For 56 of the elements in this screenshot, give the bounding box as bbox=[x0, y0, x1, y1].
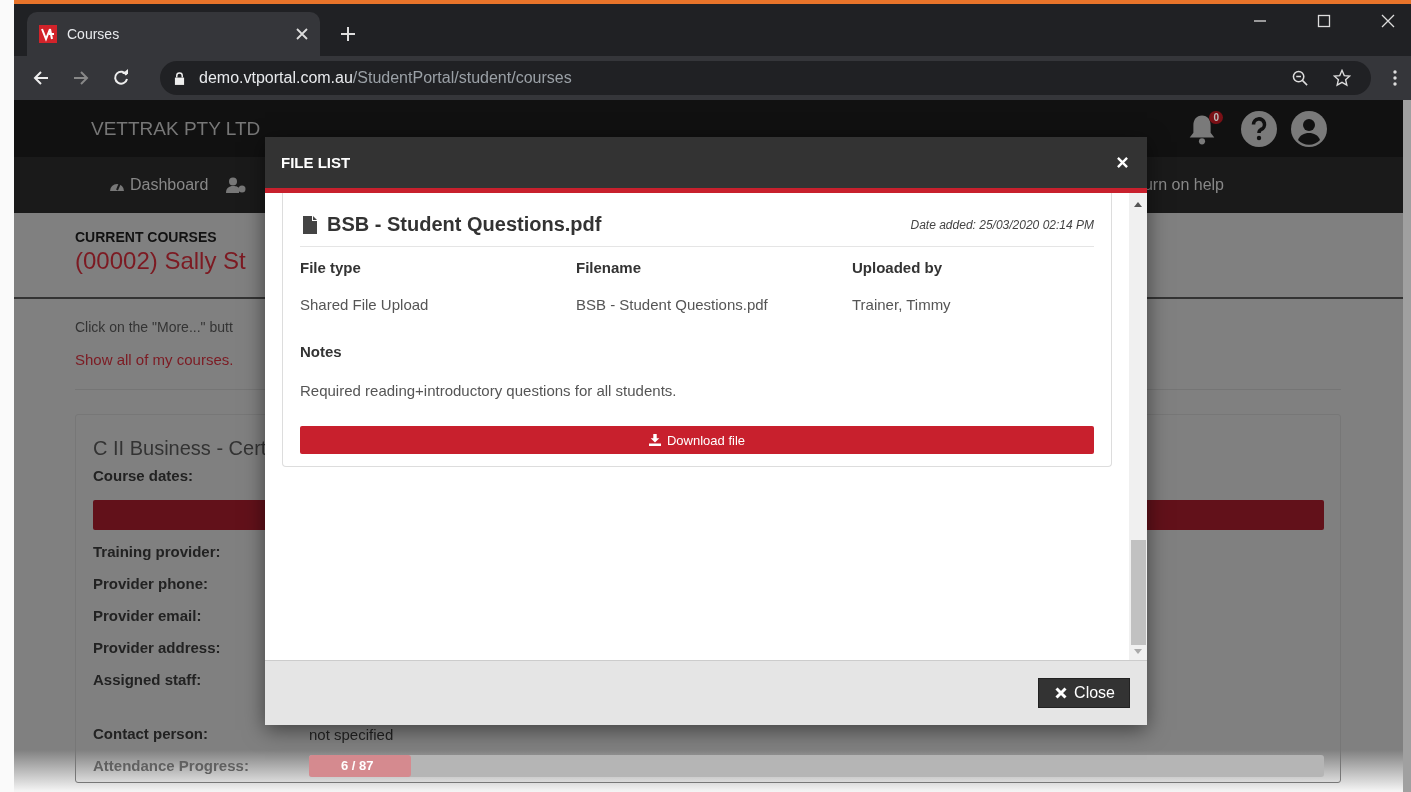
close-button[interactable]: Close bbox=[1038, 678, 1130, 708]
file-icon bbox=[303, 215, 317, 234]
user-gear-icon[interactable] bbox=[226, 177, 247, 193]
column-heading: Uploaded by bbox=[852, 259, 943, 276]
notes-heading: Notes bbox=[300, 343, 343, 360]
star-icon[interactable] bbox=[1333, 69, 1351, 87]
date-added: Date added: 25/03/2020 02:14 PM bbox=[910, 217, 1094, 232]
maximize-icon[interactable] bbox=[1317, 14, 1331, 28]
brand-name[interactable]: VETTRAK PTY LTD bbox=[91, 117, 261, 140]
download-button[interactable]: Download file bbox=[300, 426, 1094, 454]
user-icon[interactable] bbox=[1291, 110, 1327, 147]
scrollbar[interactable] bbox=[1129, 193, 1147, 660]
field-label: Provider address: bbox=[93, 638, 221, 658]
tab-title: Courses bbox=[67, 26, 121, 42]
back-icon[interactable] bbox=[32, 69, 50, 87]
field-label: Provider phone: bbox=[93, 574, 208, 594]
column-heading: Filename bbox=[576, 259, 643, 276]
notes-text: Required reading+introductory questions for all students. bbox=[300, 382, 678, 399]
column-heading: File type bbox=[300, 259, 362, 276]
student-name: (00002) Sally St bbox=[75, 247, 246, 275]
scroll-thumb[interactable] bbox=[1130, 540, 1146, 645]
section-label: CURRENT COURSES bbox=[75, 229, 218, 245]
close-icon[interactable] bbox=[1381, 14, 1395, 28]
close-icon[interactable] bbox=[296, 28, 308, 40]
column-value: Shared File Upload bbox=[300, 296, 430, 313]
logo-icon bbox=[39, 25, 57, 43]
reload-icon[interactable] bbox=[112, 69, 130, 87]
column-value: BSB - Student Questions.pdf bbox=[576, 296, 769, 313]
field-label: Training provider: bbox=[93, 542, 221, 562]
instruction-text: Click on the "More..." butt bbox=[75, 319, 234, 335]
field-label: Assigned staff: bbox=[93, 670, 202, 690]
forward-icon[interactable] bbox=[72, 69, 90, 87]
field-label: Course dates: bbox=[93, 466, 194, 486]
column-value: Trainer, Timmy bbox=[852, 296, 951, 313]
notification-count: 0 bbox=[1209, 110, 1223, 124]
download-icon bbox=[648, 434, 661, 446]
browser-tab[interactable]: Courses bbox=[27, 12, 320, 56]
field-label: Contact person: bbox=[93, 724, 208, 744]
menu-icon[interactable] bbox=[1393, 70, 1397, 86]
dialog-title: FILE LIST bbox=[281, 154, 351, 171]
close-icon bbox=[1055, 687, 1068, 699]
plus-icon[interactable] bbox=[340, 26, 356, 42]
nav-link[interactable]: Dashboard bbox=[109, 176, 209, 194]
progress-reading: 6 / 87 bbox=[341, 758, 374, 773]
scrollbar[interactable] bbox=[1403, 100, 1411, 792]
help-icon[interactable] bbox=[1241, 110, 1277, 147]
address-field[interactable]: demo.vtportal.com.au/StudentPortal/student/courses bbox=[160, 61, 1371, 95]
zoom-out-icon[interactable] bbox=[1292, 69, 1309, 87]
url-text: demo.vtportal.com.au/StudentPortal/student/courses bbox=[199, 69, 572, 87]
course-title: C II Business - Cert bbox=[93, 437, 267, 460]
lock-icon bbox=[174, 71, 185, 85]
file-name: BSB - Student Questions.pdf bbox=[327, 213, 602, 236]
field-value: not specified bbox=[309, 725, 395, 743]
scroll-up-icon[interactable] bbox=[1134, 202, 1142, 207]
field-label: Provider email: bbox=[93, 606, 202, 626]
field-label: Attendance Progress: bbox=[93, 756, 249, 776]
